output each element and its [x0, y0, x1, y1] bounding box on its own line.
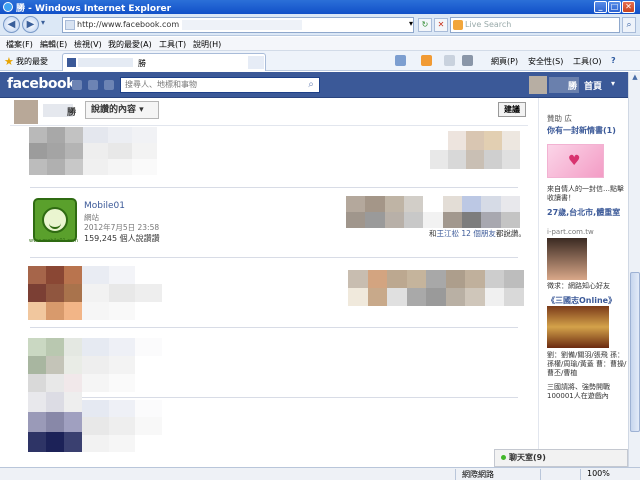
- window-title: 勝 - Windows Internet Explorer: [16, 4, 172, 14]
- page-menu[interactable]: 網頁(P): [491, 56, 518, 67]
- safety-menu[interactable]: 安全性(S): [528, 56, 563, 67]
- friend-name-link[interactable]: 王江松: [437, 229, 460, 238]
- blurred-page-info: [82, 400, 162, 452]
- close-button[interactable]: ✕: [622, 1, 635, 13]
- scroll-up-icon[interactable]: ▲: [630, 73, 640, 83]
- tab-title: 勝: [138, 59, 146, 68]
- mobile01-like-date: 2012年7月5日 23:58: [84, 223, 160, 232]
- tools-menu[interactable]: 工具(O): [573, 56, 602, 67]
- ad2-text: 徵求：網路知心好友: [547, 282, 610, 290]
- favorites-star-icon[interactable]: ★: [4, 55, 14, 68]
- suggest-button[interactable]: 建議: [498, 102, 526, 117]
- likes-page-header: 勝 說讚的內容 ▾ 建議: [10, 98, 528, 126]
- ie-logo-icon: [3, 2, 13, 12]
- browser-tab[interactable]: 勝: [62, 53, 266, 71]
- messages-icon[interactable]: [88, 80, 98, 90]
- friends-count-link[interactable]: 12 個朋友: [461, 229, 495, 238]
- ad1-title-link[interactable]: 你有一封新情書(1): [547, 126, 627, 136]
- blurred-friend-avatars[interactable]: [430, 131, 520, 169]
- user-avatar[interactable]: [529, 76, 547, 94]
- address-input[interactable]: http://www.facebook.com: [62, 17, 414, 33]
- blurred-page-thumbnail[interactable]: [28, 338, 82, 392]
- profile-avatar[interactable]: [14, 100, 38, 124]
- menu-help[interactable]: 說明(H): [193, 39, 221, 50]
- blurred-friend-avatars[interactable]: [348, 270, 524, 306]
- stop-button[interactable]: ✕: [434, 18, 448, 32]
- right-sidebar: 贊助 広 你有一封新情書(1) ♥ 來自情人的一封信…點擊收讀書！ 27歲,台北…: [538, 98, 628, 467]
- ad3-text: 劉：劉備/關羽/張飛 孫：孫權/周瑜/黃蓋 曹：曹操/曹丕/曹植: [547, 351, 627, 377]
- blurred-page-thumbnail[interactable]: [28, 266, 82, 320]
- status-bar: 網際網路 100%: [0, 467, 640, 480]
- search-go-button[interactable]: ⌕: [622, 17, 636, 33]
- profile-name[interactable]: 勝: [67, 105, 76, 118]
- facebook-logo[interactable]: facebook: [7, 76, 75, 92]
- chat-label: 聊天室(9): [509, 453, 546, 462]
- home-icon[interactable]: [395, 55, 406, 66]
- menu-tools[interactable]: 工具(T): [159, 39, 186, 50]
- heart-icon: ♥: [568, 153, 581, 169]
- ad1-text: 來自情人的一封信…點擊收讀書！: [547, 185, 624, 202]
- address-dropdown-icon[interactable]: ▾: [404, 18, 418, 32]
- facebook-header: facebook 搜尋人、地標和事物 ⌕ 勝 首頁 ▾: [0, 72, 632, 98]
- menu-favorites[interactable]: 我的最愛(A): [108, 39, 152, 50]
- favorites-bar: ★ 我的最愛 勝 網頁(P) 安全性(S) 工具(O) ?: [0, 51, 640, 71]
- live-search-icon: [453, 20, 463, 30]
- minimize-button[interactable]: _: [594, 1, 607, 13]
- menu-file[interactable]: 檔案(F): [6, 39, 33, 50]
- chat-bar[interactable]: 聊天室(9): [494, 449, 628, 467]
- mobile01-name-link[interactable]: Mobile01: [84, 201, 125, 211]
- blurred-page-info: [82, 266, 162, 320]
- zoom-level[interactable]: 100%: [587, 469, 610, 478]
- maximize-button[interactable]: □: [608, 1, 621, 13]
- mobile01-logo-url: www.mobile01.com: [29, 238, 78, 244]
- main-content: 勝 說讚的內容 ▾ 建議 www.mobile01.com Mobile01 網…: [0, 98, 538, 467]
- mutual-friend-avatars[interactable]: [346, 196, 520, 228]
- blurred-page-info: [82, 338, 162, 392]
- ad1-image[interactable]: ♥: [547, 144, 604, 178]
- rss-feed-icon[interactable]: [421, 55, 432, 66]
- security-zone: 網際網路: [462, 470, 494, 479]
- sponsored-label: 贊助 広: [547, 114, 572, 123]
- menu-view[interactable]: 檢視(V): [74, 39, 102, 50]
- user-name-link[interactable]: 勝: [568, 79, 577, 92]
- notifications-icon[interactable]: [104, 80, 114, 90]
- back-button[interactable]: ◀: [3, 16, 20, 33]
- address-url: http://www.facebook.com: [77, 20, 180, 29]
- ad3-image[interactable]: [547, 306, 609, 348]
- ad3-text-2: 三國請將、強勢開戰 100001人在遊戲內: [547, 383, 610, 400]
- mutual-friends-text: 和王江松 12 個朋友都說讚。: [429, 229, 526, 238]
- forward-button[interactable]: ▶: [22, 16, 39, 33]
- blurred-page-thumbnail[interactable]: [28, 392, 82, 452]
- friend-requests-icon[interactable]: [72, 80, 82, 90]
- scrollbar-thumb[interactable]: [630, 272, 640, 432]
- account-menu-caret-icon[interactable]: ▾: [611, 79, 615, 88]
- ad2-title-link[interactable]: 27歲,台北市,體重室: [547, 208, 627, 218]
- mobile01-logo[interactable]: [33, 198, 77, 242]
- window-title-bar: 勝 - Windows Internet Explorer _ □ ✕: [0, 0, 640, 14]
- ad2-image[interactable]: [547, 238, 587, 280]
- facebook-favicon-icon: [67, 58, 76, 67]
- menu-bar: 檔案(F) 編輯(E) 檢視(V) 我的最愛(A) 工具(T) 說明(H): [0, 37, 640, 51]
- chat-online-icon: [501, 455, 506, 460]
- menu-edit[interactable]: 編輯(E): [40, 39, 67, 50]
- blurred-page-thumbnail[interactable]: [29, 127, 83, 175]
- print-icon[interactable]: [462, 55, 473, 66]
- favorites-label[interactable]: 我的最愛: [16, 56, 48, 67]
- help-icon[interactable]: ?: [611, 56, 616, 65]
- page-favicon-icon: [65, 20, 75, 30]
- address-toolbar: ◀ ▶ ▾ http://www.facebook.com ▾ ↻ ✕ Live…: [0, 14, 640, 36]
- search-icon[interactable]: ⌕: [304, 78, 318, 92]
- live-search-input[interactable]: Live Search: [450, 17, 620, 33]
- ad2-url: i-part.com.tw: [547, 228, 594, 236]
- mail-icon[interactable]: [444, 55, 455, 66]
- blurred-page-info: [83, 127, 157, 175]
- home-link[interactable]: 首頁: [584, 79, 602, 92]
- refresh-button[interactable]: ↻: [418, 18, 432, 32]
- vertical-scrollbar[interactable]: ▲: [628, 72, 640, 467]
- history-dropdown-icon[interactable]: ▾: [41, 18, 45, 27]
- mobile01-like-count: 159,245 個人說讚讚: [84, 234, 160, 243]
- ad3-title-link[interactable]: 《三國志Online》: [547, 296, 627, 306]
- facebook-search-input[interactable]: 搜尋人、地標和事物: [120, 77, 320, 93]
- likes-filter-dropdown[interactable]: 說讚的內容 ▾: [85, 101, 159, 119]
